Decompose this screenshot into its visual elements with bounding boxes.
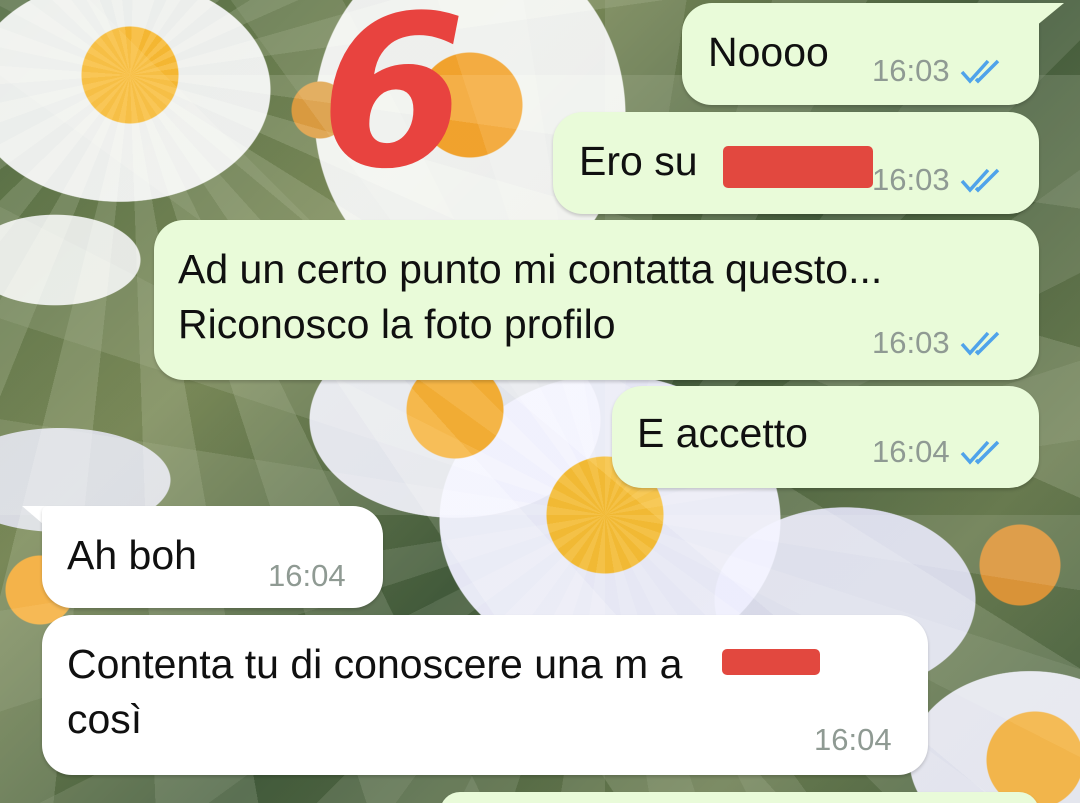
message-time: 16:04 — [872, 434, 950, 469]
message-time: 16:04 — [814, 722, 892, 757]
message-bubble-outgoing[interactable]: Ero su 16:03 — [553, 112, 1039, 214]
message-meta: 16:03 — [872, 53, 1002, 89]
message-bubble-incoming[interactable]: Ah boh 16:04 — [42, 506, 383, 608]
message-bubble-incoming[interactable]: Contenta tu di conoscere una m a così 16… — [42, 615, 928, 775]
message-text: Noooo — [708, 29, 829, 75]
double-check-icon — [960, 440, 999, 465]
message-meta: 16:03 — [872, 325, 1002, 361]
message-text: Ad un certo punto mi contatta questo... … — [178, 246, 883, 347]
bubble-tail — [1030, 3, 1064, 31]
redaction-mark — [723, 146, 873, 188]
message-time: 16:03 — [872, 53, 950, 88]
message-time: 16:03 — [872, 162, 950, 197]
message-bubble-outgoing[interactable]: Ad un certo punto mi contatta questo... … — [154, 220, 1039, 380]
redaction-mark — [722, 649, 820, 675]
message-bubble-outgoing[interactable]: E accetto 16:04 — [612, 386, 1039, 488]
message-meta: 16:04 — [268, 558, 346, 594]
chat-screen: 6 Noooo 16:03 Ero su 16:03 Ad un certo p… — [0, 0, 1080, 803]
message-time: 16:03 — [872, 325, 950, 360]
message-text: E accetto — [637, 410, 808, 456]
message-text: Contenta tu di conoscere una m a così — [67, 641, 683, 742]
message-bubble-outgoing[interactable]: Noooo 16:03 — [682, 3, 1039, 105]
double-check-icon — [960, 331, 999, 356]
message-meta: 16:04 — [814, 722, 892, 758]
message-text: Ero su — [579, 138, 698, 184]
double-check-icon — [960, 59, 999, 84]
message-meta: 16:03 — [872, 162, 1002, 198]
handwritten-annotation: 6 — [320, 0, 465, 175]
annotation-label: 6 — [320, 0, 465, 175]
double-check-icon — [960, 168, 999, 193]
message-meta: 16:04 — [872, 434, 1002, 470]
message-text: Ah boh — [67, 532, 197, 578]
message-bubble-outgoing-partial[interactable] — [440, 792, 1039, 803]
message-time: 16:04 — [268, 558, 346, 593]
